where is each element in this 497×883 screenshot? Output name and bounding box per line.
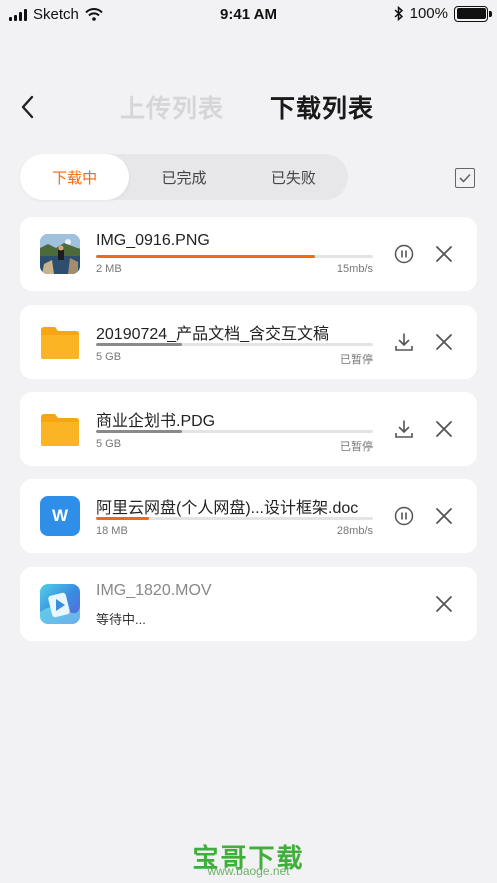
remove-button[interactable] bbox=[432, 592, 456, 616]
tab-upload-list[interactable]: 上传列表 bbox=[120, 89, 224, 125]
progress-fill bbox=[96, 255, 315, 258]
chevron-left-icon bbox=[21, 95, 34, 119]
select-all-checkbox[interactable] bbox=[455, 168, 475, 188]
file-name: IMG_1820.MOV bbox=[96, 582, 212, 599]
close-icon bbox=[436, 246, 452, 262]
filter-completed[interactable]: 已完成 bbox=[129, 154, 238, 200]
file-name: 商业企划书.PDG bbox=[96, 413, 216, 430]
folder-icon bbox=[40, 322, 80, 362]
download-status: 等待中... bbox=[96, 612, 146, 627]
progress-bar bbox=[96, 517, 373, 520]
download-icon bbox=[395, 420, 413, 438]
download-item[interactable]: IMG_0916.PNG 2 MB 15mb/s bbox=[20, 217, 477, 291]
download-item[interactable]: 20190724_产品文档_含交互文稿 5 GB 已暂停 bbox=[20, 305, 477, 379]
download-icon bbox=[395, 333, 413, 351]
close-icon bbox=[436, 508, 452, 524]
pause-icon bbox=[394, 244, 414, 264]
remove-button[interactable] bbox=[432, 504, 456, 528]
close-icon bbox=[436, 596, 452, 612]
file-size: 18 MB bbox=[96, 525, 128, 537]
progress-bar bbox=[96, 255, 373, 258]
status-bar: Sketch 9:41 AM 100% bbox=[0, 0, 497, 30]
download-item[interactable]: 商业企划书.PDG 5 GB 已暂停 bbox=[20, 392, 477, 466]
pause-button[interactable] bbox=[392, 242, 416, 266]
download-status: 15mb/s bbox=[336, 263, 373, 275]
pause-button[interactable] bbox=[392, 504, 416, 528]
photo-thumbnail bbox=[40, 234, 80, 274]
file-name: 20190724_产品文档_含交互文稿 bbox=[96, 326, 329, 343]
file-size: 2 MB bbox=[96, 263, 122, 275]
download-item[interactable]: IMG_1820.MOV 等待中... bbox=[20, 567, 477, 641]
filter-failed[interactable]: 已失败 bbox=[239, 154, 348, 200]
progress-fill bbox=[96, 517, 149, 520]
checkbox-icon bbox=[459, 173, 471, 183]
remove-button[interactable] bbox=[432, 330, 456, 354]
word-doc-icon: W bbox=[40, 496, 80, 536]
battery-icon bbox=[454, 5, 492, 22]
status-filter: 下载中 已完成 已失败 bbox=[20, 154, 348, 200]
progress-fill bbox=[96, 343, 182, 346]
pause-icon bbox=[394, 506, 414, 526]
file-name: 阿里云网盘(个人网盘)...设计框架.doc bbox=[96, 500, 359, 517]
download-status: 28mb/s bbox=[336, 525, 373, 537]
remove-button[interactable] bbox=[432, 417, 456, 441]
file-size: 5 GB bbox=[96, 438, 122, 450]
download-status: 已暂停 bbox=[340, 441, 373, 453]
resume-download-button[interactable] bbox=[392, 417, 416, 441]
file-name: IMG_0916.PNG bbox=[96, 232, 210, 249]
watermark-url: www.baoge.net bbox=[207, 864, 290, 878]
download-item[interactable]: W 阿里云网盘(个人网盘)...设计框架.doc 18 MB 28mb/s bbox=[20, 479, 477, 553]
video-thumbnail bbox=[40, 584, 80, 624]
bluetooth-icon bbox=[394, 6, 403, 21]
progress-bar bbox=[96, 430, 373, 433]
folder-icon bbox=[40, 409, 80, 449]
status-right-group: 100% bbox=[394, 5, 492, 22]
resume-download-button[interactable] bbox=[392, 330, 416, 354]
close-icon bbox=[436, 334, 452, 350]
progress-fill bbox=[96, 430, 182, 433]
close-icon bbox=[436, 421, 452, 437]
remove-button[interactable] bbox=[432, 242, 456, 266]
download-status: 已暂停 bbox=[340, 354, 373, 366]
back-button[interactable] bbox=[14, 92, 40, 122]
filter-downloading[interactable]: 下载中 bbox=[20, 154, 130, 200]
file-size: 5 GB bbox=[96, 351, 122, 363]
word-letter: W bbox=[51, 506, 69, 525]
battery-percent: 100% bbox=[409, 5, 448, 22]
progress-bar bbox=[96, 343, 373, 346]
tab-download-list[interactable]: 下载列表 bbox=[270, 89, 374, 125]
